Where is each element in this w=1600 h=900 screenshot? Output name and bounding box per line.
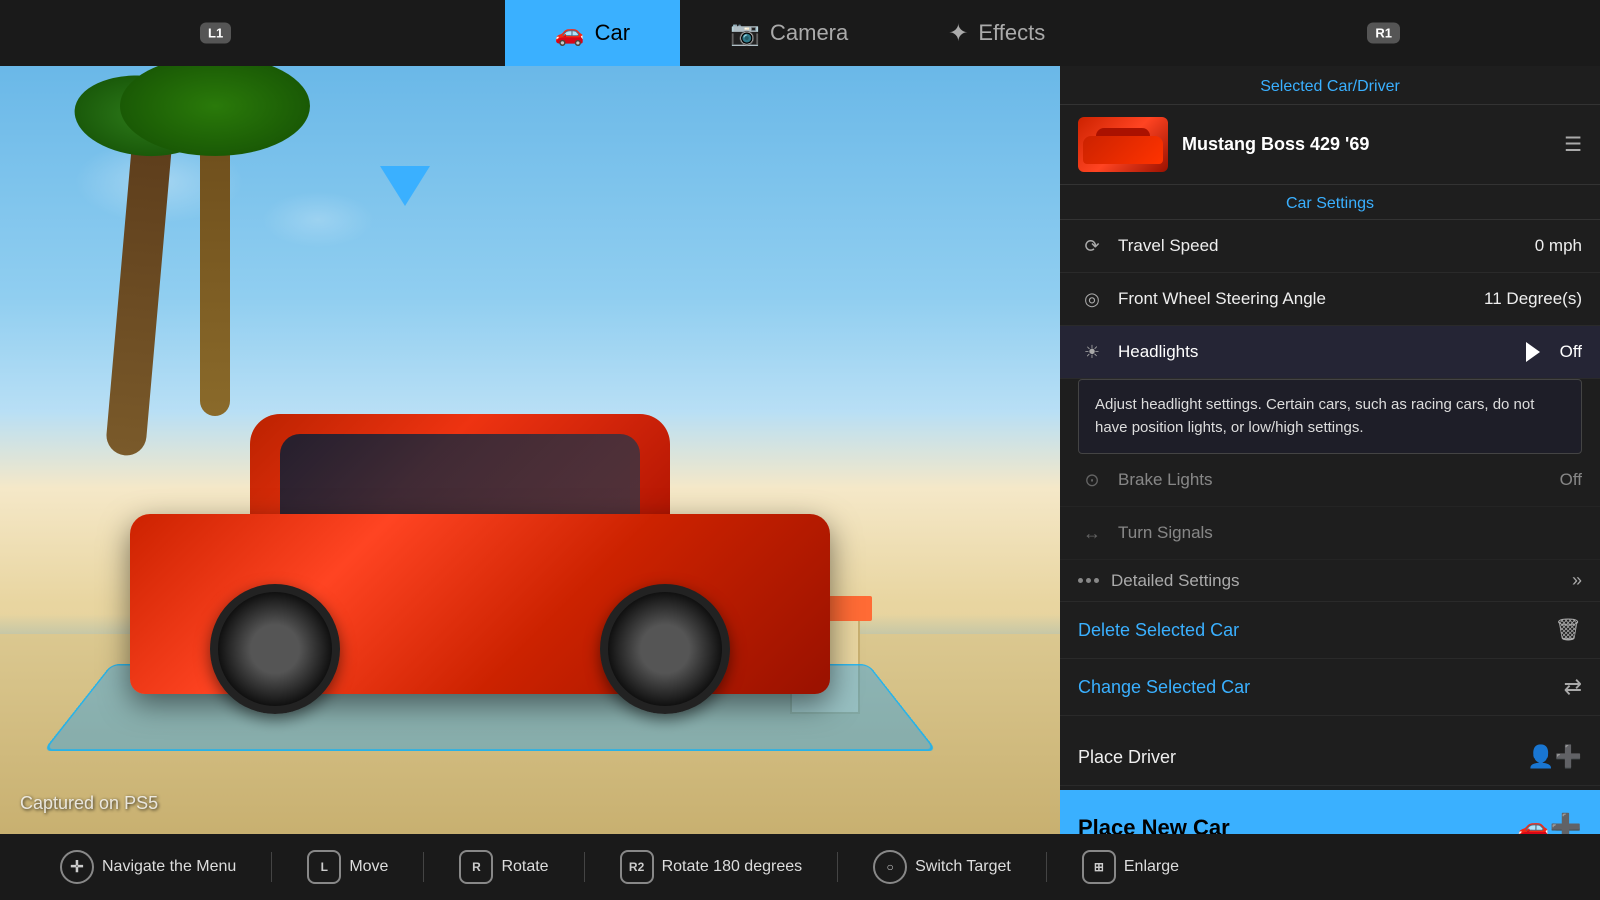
divider-5: [1046, 852, 1047, 882]
right-panel: Selected Car/Driver Mustang Boss 429 '69…: [1060, 66, 1600, 900]
tab-effects-label: Effects: [978, 20, 1045, 46]
rotate180-label: Rotate 180 degrees: [662, 858, 803, 876]
switch-target-label: Switch Target: [915, 858, 1011, 876]
rotate-label: Rotate: [501, 858, 548, 876]
detailed-settings-label: Detailed Settings: [1111, 571, 1560, 591]
headlights-label: Headlights: [1118, 342, 1548, 362]
car-settings-label: Car Settings: [1060, 185, 1600, 220]
tab-effects[interactable]: ✦ Effects: [898, 0, 1095, 66]
divider-3: [584, 852, 585, 882]
steering-label: Front Wheel Steering Angle: [1118, 289, 1472, 309]
navigation-arrow: [380, 166, 430, 206]
switch-target-action: ○ Switch Target: [843, 850, 1041, 884]
effects-tab-icon: ✦: [948, 19, 968, 48]
brake-lights-row[interactable]: ⊙ Brake Lights Off: [1060, 454, 1600, 507]
tooltip-text: Adjust headlight settings. Certain cars,…: [1095, 396, 1534, 436]
car-wheel-left: [210, 584, 340, 714]
driver-icon: 👤➕: [1527, 744, 1582, 770]
car-body: [130, 424, 830, 694]
car-card: Mustang Boss 429 '69 ☰: [1060, 105, 1600, 185]
place-driver-button[interactable]: Place Driver 👤➕: [1060, 729, 1600, 786]
captured-label: Captured on PS5: [20, 793, 158, 814]
rotate180-action: R2 Rotate 180 degrees: [590, 850, 833, 884]
l1-badge: L1: [200, 23, 231, 44]
car-name-label: Mustang Boss 429 '69: [1182, 134, 1550, 155]
enlarge-label: Enlarge: [1124, 858, 1179, 876]
car-thumbnail: [1078, 117, 1168, 172]
headlights-row[interactable]: ☀ Headlights Off: [1060, 326, 1600, 379]
headlights-tooltip: Adjust headlight settings. Certain cars,…: [1078, 379, 1582, 454]
headlights-value: Off: [1560, 342, 1582, 362]
main-scene: Captured on PS5: [0, 66, 1060, 834]
travel-speed-row[interactable]: ⟳ Travel Speed 0 mph: [1060, 220, 1600, 273]
swap-icon: ⇄: [1564, 674, 1582, 700]
tab-camera-label: Camera: [770, 20, 848, 46]
change-car-button[interactable]: Change Selected Car ⇄: [1060, 659, 1600, 716]
navigate-action: ✛ Navigate the Menu: [30, 850, 266, 884]
headlights-icon: ☀: [1078, 338, 1106, 366]
tab-car[interactable]: 🚗 Car: [505, 0, 680, 66]
travel-speed-label: Travel Speed: [1118, 236, 1523, 256]
detailed-settings-row[interactable]: Detailed Settings »: [1060, 560, 1600, 602]
divider-1: [271, 852, 272, 882]
tab-camera[interactable]: 📷 Camera: [680, 0, 898, 66]
enlarge-action: ⊞ Enlarge: [1052, 850, 1209, 884]
navigate-label: Navigate the Menu: [102, 858, 236, 876]
enlarge-btn-icon: ⊞: [1082, 850, 1116, 884]
move-action: L Move: [277, 850, 418, 884]
steering-row[interactable]: ◎ Front Wheel Steering Angle 11 Degree(s…: [1060, 273, 1600, 326]
divider-2: [423, 852, 424, 882]
navigate-btn-icon: ✛: [60, 850, 94, 884]
brake-value: Off: [1560, 470, 1582, 490]
cursor-indicator: [1526, 342, 1540, 362]
r1-badge: R1: [1367, 23, 1400, 44]
car-thumbnail-body: [1083, 136, 1163, 164]
rotate-btn-icon: R: [459, 850, 493, 884]
delete-car-label: Delete Selected Car: [1078, 620, 1542, 641]
menu-icon[interactable]: ☰: [1564, 132, 1582, 157]
brake-icon: ⊙: [1078, 466, 1106, 494]
divider-4: [837, 852, 838, 882]
turn-icon: ↔: [1078, 519, 1106, 547]
car-window: [280, 434, 640, 524]
scene-background: Captured on PS5: [0, 66, 1060, 834]
travel-speed-value: 0 mph: [1535, 236, 1582, 256]
brake-label: Brake Lights: [1118, 470, 1548, 490]
turn-signals-row[interactable]: ↔ Turn Signals: [1060, 507, 1600, 560]
detailed-settings-chevron: »: [1572, 570, 1582, 591]
car-wheel-right: [600, 584, 730, 714]
change-car-label: Change Selected Car: [1078, 677, 1552, 698]
car-tab-icon: 🚗: [555, 19, 585, 48]
place-driver-label: Place Driver: [1078, 747, 1515, 768]
switch-target-btn-icon: ○: [873, 850, 907, 884]
steering-icon: ◎: [1078, 285, 1106, 313]
steering-value: 11 Degree(s): [1484, 289, 1582, 309]
delete-car-button[interactable]: Delete Selected Car 🗑: [1060, 602, 1600, 659]
bottom-bar: ✛ Navigate the Menu L Move R Rotate R2 R…: [0, 834, 1600, 900]
speed-icon: ⟳: [1078, 232, 1106, 260]
rotate180-btn-icon: R2: [620, 850, 654, 884]
rotate-action: R Rotate: [429, 850, 578, 884]
selected-car-header: Selected Car/Driver: [1060, 66, 1600, 105]
trash-icon: 🗑: [1554, 617, 1582, 643]
move-btn-icon: L: [307, 850, 341, 884]
tab-car-label: Car: [595, 20, 630, 46]
move-label: Move: [349, 858, 388, 876]
camera-tab-icon: 📷: [730, 19, 760, 48]
car-area: [50, 334, 920, 754]
top-bar: L1 🚗 Car 📷 Camera ✦ Effects R1: [0, 0, 1600, 66]
turn-label: Turn Signals: [1118, 523, 1570, 543]
dots-icon: [1078, 578, 1099, 583]
